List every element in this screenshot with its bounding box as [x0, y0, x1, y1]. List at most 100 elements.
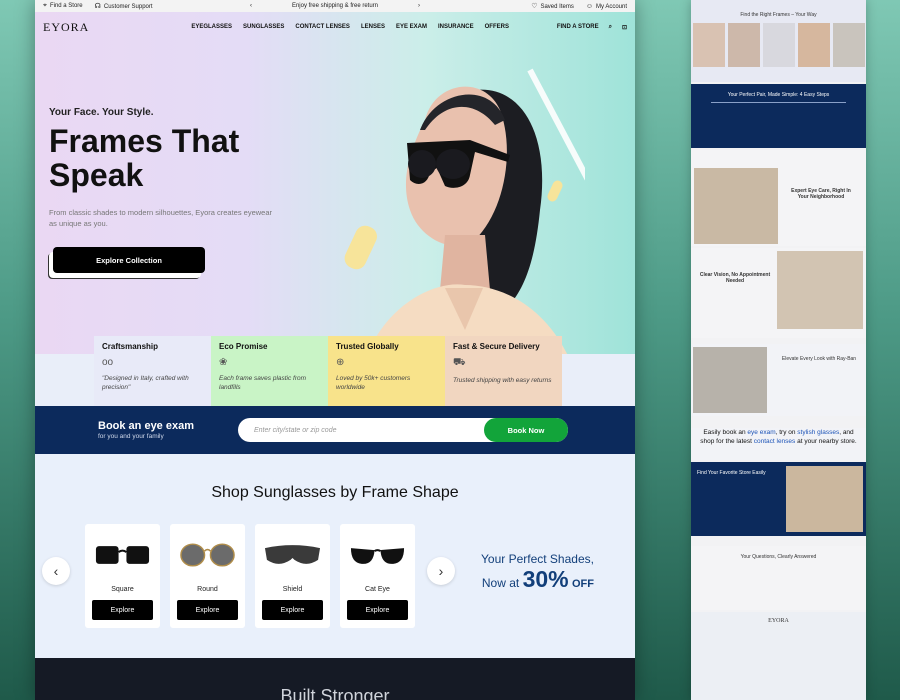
- leaf-icon: ❀: [219, 357, 228, 368]
- hero-subtitle: From classic shades to modern silhouette…: [49, 208, 273, 228]
- promo-off: OFF: [571, 578, 594, 590]
- shape-card-square[interactable]: Square Explore: [85, 524, 160, 628]
- preview-clinic-image: [694, 168, 778, 244]
- promo-line-1: Your Perfect Shades,: [481, 552, 594, 566]
- nav-item-eye-exam[interactable]: EYE EXAM: [396, 24, 427, 30]
- shape-card-shield[interactable]: Shield Explore: [255, 524, 330, 628]
- built-stronger-section: Built Stronger: [35, 658, 635, 700]
- preview-text: , try on: [775, 429, 796, 436]
- heart-icon: ♡: [531, 3, 538, 10]
- preview-thumb: [798, 23, 830, 67]
- preview-couple-image: [777, 251, 863, 329]
- find-store-link[interactable]: ⌖ Find a Store: [43, 2, 83, 10]
- promo-now-at: Now at: [481, 576, 520, 590]
- nav-menu: EYEGLASSES SUNGLASSES CONTACT LENSES LEN…: [191, 24, 509, 30]
- preview-title: Your Questions, Clearly Answered: [740, 554, 817, 560]
- carousel-prev-button[interactable]: ‹: [42, 557, 70, 585]
- shape-card-cat-eye[interactable]: Cat Eye Explore: [340, 524, 415, 628]
- saved-label: Saved Items: [540, 4, 574, 10]
- feature-text: "Designed in Italy, crafted with precisi…: [102, 375, 189, 391]
- support-link[interactable]: ☊ Customer Support: [95, 2, 153, 10]
- preview-title: Elevate Every Look with Ray-Ban: [781, 356, 857, 362]
- support-label: Customer Support: [103, 4, 153, 10]
- explore-button[interactable]: Explore: [262, 600, 323, 620]
- round-glasses-icon: [180, 543, 235, 567]
- shop-by-shape-section: Shop Sunglasses by Frame Shape ‹ Square …: [35, 454, 635, 658]
- explore-button[interactable]: Explore: [347, 600, 408, 620]
- cat-eye-glasses-icon: [350, 548, 405, 564]
- preview-thumb: [693, 23, 725, 67]
- preview-thumb: [833, 23, 865, 67]
- hero-headline: Frames That Speak: [49, 123, 240, 193]
- preview-store-image: [786, 466, 863, 532]
- hero-tagline: Your Face. Your Style.: [49, 107, 154, 118]
- dark-section-title: Built Stronger: [280, 686, 390, 700]
- nav-item-eyeglasses[interactable]: EYEGLASSES: [191, 24, 232, 30]
- nav-item-lenses[interactable]: LENSES: [361, 24, 385, 30]
- preview-clearvision-section: Clear Vision, No Appointment Needed: [691, 248, 866, 338]
- preview-link[interactable]: contact lenses: [754, 438, 796, 445]
- preview-book-text: Easily book an eye exam, try on stylish …: [691, 428, 866, 460]
- find-store-label: Find a Store: [49, 3, 83, 9]
- preview-rayban-section: Elevate Every Look with Ray-Ban: [691, 344, 866, 416]
- shape-name: Square: [111, 586, 134, 593]
- carousel-next-button[interactable]: ›: [427, 557, 455, 585]
- explore-button[interactable]: Explore: [177, 600, 238, 620]
- saved-items-link[interactable]: ♡ Saved Items: [531, 2, 574, 10]
- exam-subtitle: for you and your family: [98, 433, 164, 440]
- preview-link[interactable]: eye exam: [747, 429, 775, 436]
- promo-text: Enjoy free shipping & free return: [291, 3, 379, 9]
- preview-title: Your Perfect Pair, Made Simple: 4 Easy S…: [727, 92, 830, 98]
- square-glasses-icon: [95, 546, 150, 564]
- promo-next-arrow[interactable]: ›: [418, 3, 420, 9]
- preview-link[interactable]: stylish glasses: [797, 429, 839, 436]
- account-label: My Account: [595, 3, 627, 10]
- feature-title: Eco Promise: [219, 342, 268, 351]
- headset-icon: ☊: [94, 3, 101, 10]
- page-overview-preview: Find the Right Frames – Your Way Your Pe…: [691, 0, 866, 700]
- nav-item-insurance[interactable]: INSURANCE: [438, 24, 474, 30]
- nav-item-contact-lenses[interactable]: CONTACT LENSES: [295, 24, 350, 30]
- preview-eyecare-section: Expert Eye Care, Right In Your Neighborh…: [691, 150, 866, 246]
- preview-thumb: [763, 23, 795, 67]
- feature-text: Each frame saves plastic from landfills: [219, 375, 307, 391]
- feature-card-craftsmanship: Craftsmanship oo "Designed in Italy, cra…: [94, 336, 211, 406]
- promo-line-2: Now at 30% OFF: [481, 566, 594, 593]
- section-title: Shop Sunglasses by Frame Shape: [211, 484, 459, 501]
- preview-title: Find the Right Frames – Your Way: [740, 12, 817, 18]
- preview-title: Clear Vision, No Appointment Needed: [699, 272, 771, 284]
- preview-thumb: [728, 23, 760, 67]
- explore-button[interactable]: Explore: [92, 600, 153, 620]
- location-icon: ⌖: [43, 2, 47, 9]
- preview-logo: EYORA: [768, 618, 789, 624]
- feature-cards: Craftsmanship oo "Designed in Italy, cra…: [94, 336, 562, 406]
- promo-prev-arrow[interactable]: ‹: [250, 3, 252, 9]
- explore-collection-button[interactable]: Explore Collection: [53, 247, 205, 273]
- shape-cards: Square Explore Round Explore Shield Expl…: [85, 524, 415, 628]
- preview-frames-section: Find the Right Frames – Your Way: [691, 0, 866, 82]
- promo-percent: 30%: [522, 566, 569, 592]
- nav-item-offers[interactable]: OFFERS: [485, 24, 509, 30]
- hero-section: EYORA EYEGLASSES SUNGLASSES CONTACT LENS…: [35, 12, 635, 354]
- preview-footer: EYORA: [691, 612, 866, 700]
- feature-card-delivery: Fast & Secure Delivery ⛟ Trusted shippin…: [445, 336, 562, 406]
- book-now-button[interactable]: Book Now: [484, 418, 568, 442]
- search-icon[interactable]: ⌕: [609, 24, 612, 31]
- truck-icon: ⛟: [453, 357, 466, 368]
- main-page: ⌖ Find a Store ☊ Customer Support ‹ Enjoy …: [35, 0, 635, 700]
- hero-model-image: [344, 68, 585, 354]
- cart-icon[interactable]: ⊡: [622, 24, 627, 31]
- top-utility-bar: ⌖ Find a Store ☊ Customer Support ‹ Enjoy …: [35, 0, 635, 12]
- feature-text: Trusted shipping with easy returns: [453, 377, 552, 384]
- feature-title: Trusted Globally: [336, 342, 399, 351]
- shape-card-round[interactable]: Round Explore: [170, 524, 245, 628]
- shape-name: Cat Eye: [365, 586, 390, 593]
- logo[interactable]: EYORA: [43, 20, 89, 35]
- feature-title: Fast & Secure Delivery: [453, 342, 540, 351]
- globe-icon: ⊕: [336, 357, 345, 368]
- nav-item-sunglasses[interactable]: SUNGLASSES: [243, 24, 284, 30]
- shades-promo: Your Perfect Shades, Now at 30% OFF: [481, 552, 594, 593]
- shape-name: Shield: [282, 586, 303, 593]
- account-link[interactable]: ☺ My Account: [586, 3, 627, 10]
- nav-find-store[interactable]: FIND A STORE: [557, 24, 599, 30]
